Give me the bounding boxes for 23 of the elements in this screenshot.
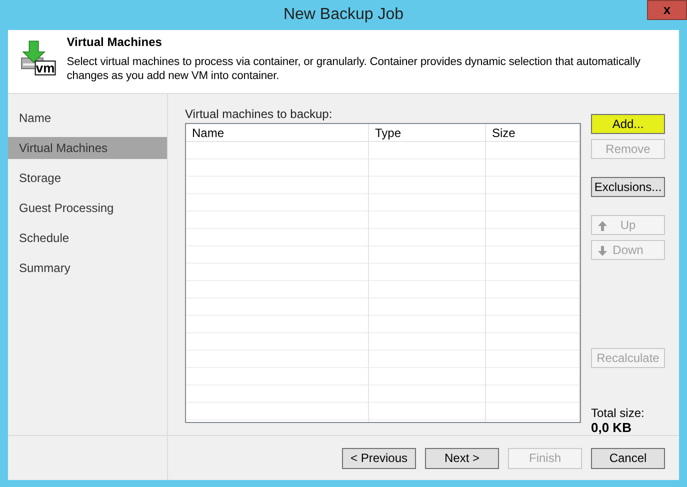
action-button[interactable]: Add... [591, 114, 665, 134]
table-label: Virtual machines to backup: [185, 107, 334, 121]
column-header[interactable]: Size [486, 124, 580, 141]
down-arrow-icon [598, 246, 607, 256]
header-title: Virtual Machines [66, 35, 163, 49]
column-header[interactable]: Name [186, 124, 369, 141]
total-size-value: 0,0 KB [591, 420, 632, 435]
action-button[interactable]: Exclusions... [591, 177, 665, 197]
sidebar-item[interactable]: Summary [8, 257, 167, 279]
sidebar-item[interactable]: Schedule [8, 227, 167, 249]
window-title: New Backup Job [283, 6, 404, 24]
header-description: Select virtual machines to process via container, or granularly. Container provides dynamic selection that automatically changes as you add new VM into container. [66, 55, 642, 83]
total-size-label: Total size: [591, 406, 646, 420]
sidebar-item[interactable]: Name [8, 107, 167, 129]
column-header[interactable]: Type [369, 124, 486, 141]
up-arrow-icon [598, 221, 607, 231]
sidebar-item[interactable]: Virtual Machines [8, 137, 167, 159]
close-button[interactable]: x [647, 0, 687, 20]
wizard-button[interactable]: Cancel [591, 448, 665, 468]
sidebar-item[interactable]: Guest Processing [8, 197, 167, 219]
sidebar-item[interactable]: Storage [8, 167, 167, 189]
wizard-button[interactable]: < Previous [342, 448, 416, 468]
wizard-button[interactable]: Next > [425, 448, 499, 468]
